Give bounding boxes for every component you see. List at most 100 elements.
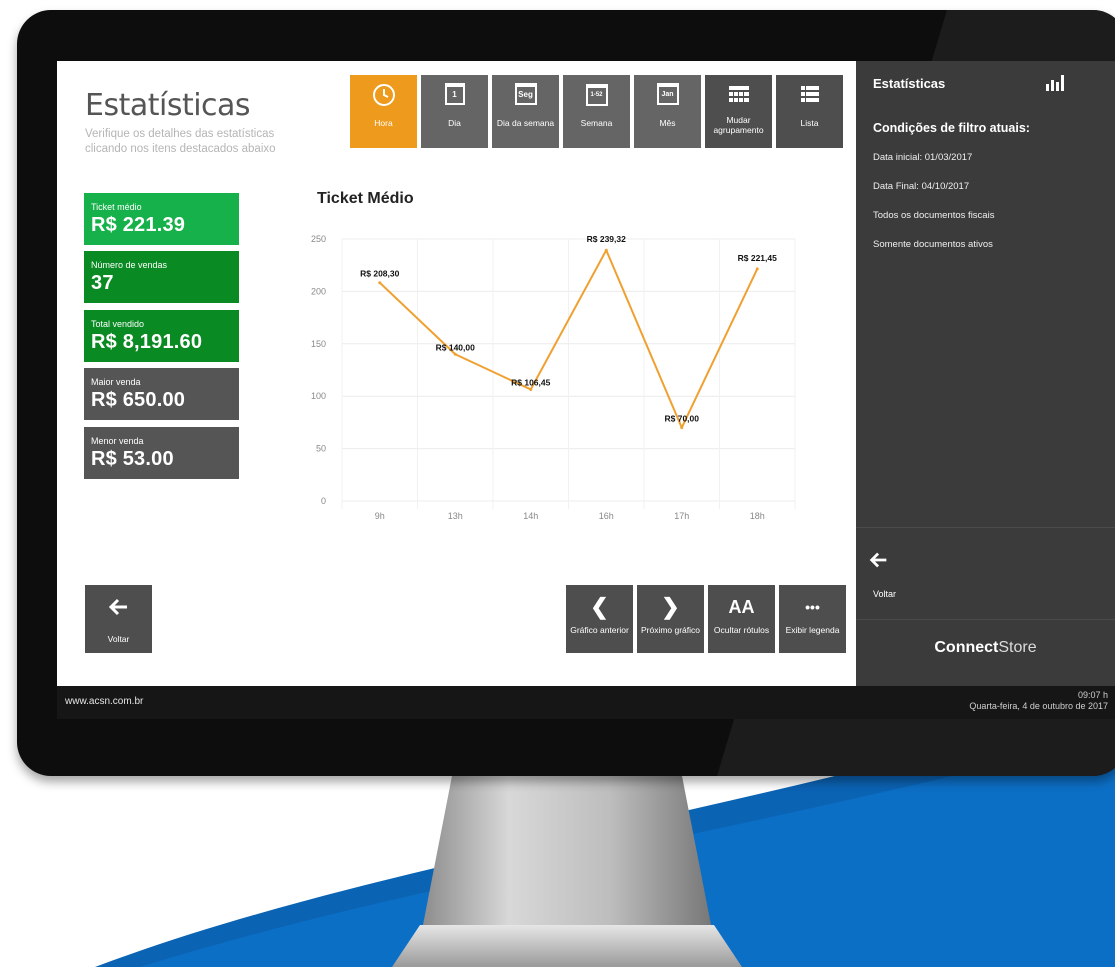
- tab-mes[interactable]: Jan Mês: [634, 75, 701, 148]
- y-tick-label: 200: [311, 286, 326, 296]
- tab-dia[interactable]: 1 Dia: [421, 75, 488, 148]
- tab-label: Hora: [374, 118, 393, 128]
- side-panel: Estatísticas Condições de filtro atuais:…: [856, 61, 1115, 686]
- calendar-week-icon: 1-52: [563, 83, 630, 107]
- filter-condition: Data Final: 04/10/2017: [873, 181, 970, 192]
- page-title: Estatísticas: [85, 88, 251, 123]
- arrow-left-icon: [85, 595, 152, 619]
- kpi-total-vendido[interactable]: Total vendido R$ 8,191.60: [84, 310, 239, 362]
- exibir-legenda-button[interactable]: ••• Exibir legenda: [779, 585, 846, 653]
- grid-icon: [705, 83, 772, 107]
- button-label: Lista: [800, 118, 819, 128]
- button-label: Próximo gráfico: [640, 625, 701, 635]
- data-label: R$ 70,00: [665, 414, 700, 424]
- more-icon: •••: [805, 599, 820, 615]
- font-size-icon: AA: [728, 597, 755, 617]
- page-subtitle: Verifique os detalhes das estatísticas c…: [85, 128, 276, 155]
- data-point: [453, 352, 457, 356]
- button-label: Ocultar rótulos: [713, 625, 770, 635]
- app-screen: Estatísticas Verifique os detalhes das e…: [57, 61, 1115, 719]
- x-tick-label: 9h: [375, 511, 385, 521]
- kpi-maior-venda[interactable]: Maior venda R$ 650.00: [84, 368, 239, 420]
- kpi-ticket-medio[interactable]: Ticket médio R$ 221.39: [84, 193, 239, 245]
- grafico-anterior-button[interactable]: ❮ Gráfico anterior: [566, 585, 633, 653]
- lista-button[interactable]: Lista: [776, 75, 843, 148]
- x-tick-label: 14h: [523, 511, 538, 521]
- chart-title: Ticket Médio: [317, 190, 414, 207]
- clock-icon: [350, 83, 417, 107]
- status-bar: www.acsn.com.br 09:07 h Quarta-feira, 4 …: [57, 686, 1115, 719]
- x-tick-label: 17h: [674, 511, 689, 521]
- x-tick-label: 13h: [448, 511, 463, 521]
- button-label: Voltar: [873, 589, 897, 599]
- kpi-numero-de-vendas[interactable]: Número de vendas 37: [84, 251, 239, 303]
- filter-condition: Somente documentos ativos: [873, 239, 993, 250]
- kpi-value: R$ 8,191.60: [91, 331, 203, 353]
- kpi-value: R$ 221.39: [91, 214, 186, 236]
- y-tick-label: 150: [311, 339, 326, 349]
- arrow-left-icon: [868, 549, 890, 577]
- chevron-right-icon: ❯: [661, 594, 680, 619]
- list-icon: [776, 83, 843, 107]
- side-divider: [856, 527, 1115, 528]
- kpi-value: R$ 53.00: [91, 448, 174, 470]
- data-label: R$ 208,30: [360, 269, 399, 279]
- data-label: R$ 221,45: [738, 253, 777, 263]
- data-label: R$ 239,32: [587, 234, 626, 244]
- data-point: [755, 267, 759, 271]
- x-tick-label: 16h: [599, 511, 614, 521]
- mudar-agrupamento-button[interactable]: Mudar agrupamento: [705, 75, 772, 148]
- data-point: [680, 426, 684, 430]
- button-label: Mudar agrupamento: [713, 115, 764, 135]
- brand-logo: ConnectStore: [934, 639, 1037, 656]
- tab-semana[interactable]: 1-52 Semana: [563, 75, 630, 148]
- tab-label: Dia: [448, 118, 461, 128]
- calendar-weekday-icon: Seg: [492, 83, 559, 107]
- tab-label: Mês: [659, 118, 676, 128]
- x-tick-label: 18h: [750, 511, 765, 521]
- kpi-label: Ticket médio: [91, 202, 142, 212]
- ocultar-rotulos-button[interactable]: AA Ocultar rótulos: [708, 585, 775, 653]
- chevron-left-icon: ❮: [590, 594, 609, 619]
- button-label: Exibir legenda: [785, 625, 840, 635]
- tab-label: Dia da semana: [496, 118, 555, 128]
- kpi-label: Menor venda: [91, 436, 144, 446]
- filter-condition: Todos os documentos fiscais: [873, 210, 995, 221]
- button-label: Gráfico anterior: [570, 625, 629, 635]
- calendar-day-icon: 1: [421, 83, 488, 107]
- proximo-grafico-button[interactable]: ❯ Próximo gráfico: [637, 585, 704, 653]
- data-point: [378, 281, 382, 285]
- clock: 09:07 h Quarta-feira, 4 de outubro de 20…: [969, 690, 1108, 712]
- filter-condition: Data inicial: 01/03/2017: [873, 152, 973, 163]
- data-label: R$ 140,00: [436, 342, 475, 352]
- website-url: www.acsn.com.br: [65, 696, 144, 707]
- y-tick-label: 50: [316, 444, 326, 454]
- kpi-value: R$ 650.00: [91, 389, 186, 411]
- y-tick-label: 0: [321, 496, 326, 506]
- kpi-menor-venda[interactable]: Menor venda R$ 53.00: [84, 427, 239, 479]
- kpi-label: Número de vendas: [91, 260, 168, 270]
- tab-label: Semana: [580, 118, 613, 128]
- data-point: [529, 387, 533, 391]
- clock-date: Quarta-feira, 4 de outubro de 2017: [969, 701, 1108, 711]
- bar-chart-icon: [1046, 75, 1064, 91]
- side-title: Estatísticas: [873, 76, 946, 91]
- main-panel: Estatísticas Verifique os detalhes das e…: [57, 61, 856, 686]
- filters-heading: Condições de filtro atuais:: [873, 121, 1030, 135]
- y-tick-label: 100: [311, 391, 326, 401]
- y-tick-label: 250: [311, 234, 326, 244]
- ticket-medio-line-chart: 0 50 100 150 200 250 9h 13h 14h 16h 17h 18h R$ 208,3…: [311, 234, 796, 521]
- side-divider: [856, 619, 1115, 620]
- side-voltar-button[interactable]: Voltar: [856, 541, 1115, 611]
- calendar-month-icon: Jan: [634, 83, 701, 107]
- kpi-label: Total vendido: [91, 319, 145, 329]
- voltar-button[interactable]: Voltar: [85, 585, 152, 653]
- button-label: Voltar: [107, 634, 130, 644]
- data-point: [604, 248, 608, 252]
- tab-dia-da-semana[interactable]: Seg Dia da semana: [492, 75, 559, 148]
- kpi-label: Maior venda: [91, 377, 141, 387]
- kpi-value: 37: [91, 272, 114, 294]
- clock-time: 09:07 h: [1077, 690, 1108, 700]
- tab-hora[interactable]: Hora: [350, 75, 417, 148]
- data-label: R$ 106,45: [511, 377, 550, 387]
